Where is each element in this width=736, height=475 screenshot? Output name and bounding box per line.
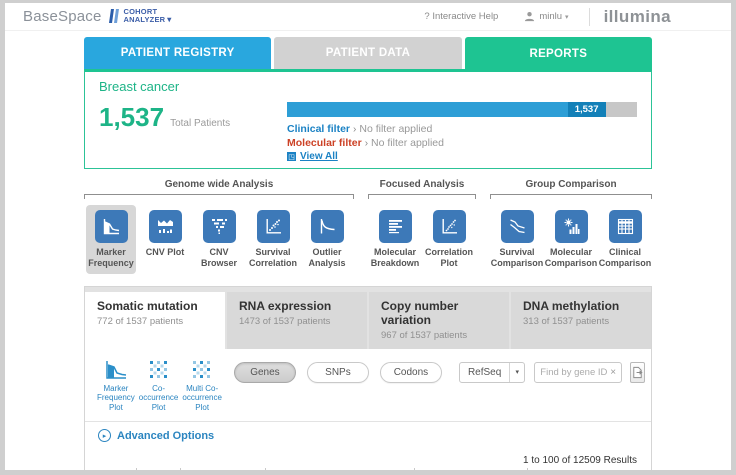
total-patients: 1,537 Total Patients (99, 102, 287, 162)
marker-kind-pills: Genes SNPs Codons (234, 362, 453, 383)
col-mutation-frequency-pct: Mutation frequency (%) (414, 468, 527, 470)
cohort-title: Breast cancer (99, 79, 637, 94)
user-icon (524, 11, 535, 22)
multi-co-occurrence-plot-icon (190, 358, 214, 382)
analysis-clinical-comparison[interactable]: Clinical Comparison (600, 205, 650, 274)
view-all-link[interactable]: ◳ View All (287, 151, 637, 162)
pill-snps[interactable]: SNPs (307, 362, 369, 383)
group-genome-wide-analysis: Genome wide Analysis Marker Frequency (84, 179, 354, 274)
col-gene-name: Gene name (181, 468, 266, 470)
col-graph: Graph (98, 468, 136, 470)
product-name[interactable]: COHORT ANALYZER▾ (124, 8, 172, 25)
marker-frequency-plot-icon (103, 358, 129, 382)
cnv-browser-icon (203, 210, 236, 243)
tab-somatic-mutation[interactable]: Somatic mutation 772 of 1537 patients (85, 292, 225, 349)
chevron-down-icon: ▾ (565, 13, 569, 21)
brand-name: BaseSpace (23, 8, 102, 25)
report-panel: Somatic mutation 772 of 1537 patients RN… (84, 286, 652, 470)
plot-type-marker-frequency[interactable]: Marker Frequency Plot (97, 358, 135, 413)
cnv-plot-icon (149, 210, 182, 243)
pill-codons[interactable]: Codons (380, 362, 442, 383)
gene-db-dropdown[interactable]: RefSeq ▾ (459, 362, 525, 383)
tab-patient-registry[interactable]: PATIENT REGISTRY (84, 37, 271, 69)
survival-correlation-icon (257, 210, 290, 243)
analysis-correlation-plot[interactable]: Correlation Plot (424, 205, 474, 274)
clinical-filter-link[interactable]: Clinical filter (287, 123, 350, 135)
outlier-analysis-icon (311, 210, 344, 243)
analysis-molecular-comparison[interactable]: Molecular Comparison (546, 205, 596, 274)
export-icon (631, 366, 644, 379)
correlation-plot-icon (433, 210, 466, 243)
pill-genes[interactable]: Genes (234, 362, 296, 383)
clinical-filter-value: No filter applied (359, 123, 432, 135)
group-focused-analysis: Focused Analysis Molecular Breakdown (368, 179, 476, 274)
total-patients-label: Total Patients (170, 118, 230, 129)
tab-dna-methylation[interactable]: DNA methylation 313 of 1537 patients (511, 292, 651, 349)
tab-patient-data[interactable]: PATIENT DATA (274, 37, 461, 69)
molecular-comparison-icon (555, 210, 588, 243)
data-type-tabs: Somatic mutation 772 of 1537 patients RN… (85, 287, 651, 349)
co-occurrence-plot-icon (147, 358, 171, 382)
patient-count-bar: 1,537 (287, 102, 637, 117)
molecular-breakdown-icon (379, 210, 412, 243)
export-results-button[interactable] (630, 362, 645, 383)
basespace-logo: BaseSpace COHORT ANALYZER▾ (23, 8, 172, 25)
plot-type-multi-co-occurrence[interactable]: Multi Co-occurrence Plot (182, 358, 222, 413)
results-table: Graph Export Gene name Mutation frequenc… (98, 468, 638, 470)
total-patients-count: 1,537 (99, 102, 164, 133)
analysis-cnv-browser[interactable]: CNV Browser (194, 205, 244, 274)
chevron-right-icon: › (353, 124, 356, 135)
clinical-comparison-icon (609, 210, 642, 243)
analysis-outlier-analysis[interactable]: Outlier Analysis (302, 205, 352, 274)
analysis-survival-correlation[interactable]: Survival Correlation (248, 205, 298, 274)
tab-copy-number-variation[interactable]: Copy number variation 967 of 1537 patien… (369, 292, 509, 349)
analysis-molecular-breakdown[interactable]: Molecular Breakdown (370, 205, 420, 274)
clinical-filter-row[interactable]: Clinical filter›No filter applied (287, 123, 637, 136)
user-name: minlu (539, 11, 562, 22)
illumina-logo: illumina (604, 7, 731, 27)
col-mutation-frequency: Mutation frequency (265, 468, 414, 470)
analysis-cnv-plot[interactable]: CNV Plot (140, 205, 190, 274)
col-export: Export (136, 468, 180, 470)
marker-frequency-icon (95, 210, 128, 243)
survival-comparison-icon (501, 210, 534, 243)
group-bracket (490, 194, 652, 199)
interactive-help-link[interactable]: ? Interactive Help (424, 11, 498, 22)
brand-divider-icon (110, 9, 118, 23)
gene-search-box: × (534, 362, 622, 383)
user-menu[interactable]: minlu ▾ (524, 11, 568, 22)
results-header-row: Graph Export Gene name Mutation frequenc… (98, 468, 638, 470)
main-tab-bar: PATIENT REGISTRY PATIENT DATA REPORTS (84, 37, 652, 69)
results-summary: 1 to 100 of 12509 Results (85, 449, 651, 468)
clear-search-icon[interactable]: × (610, 367, 616, 378)
molecular-filter-value: No filter applied (371, 137, 444, 149)
expand-arrow-icon: ▸ (98, 429, 111, 442)
analysis-marker-frequency[interactable]: Marker Frequency (86, 205, 136, 274)
advanced-options-toggle[interactable]: ▸ Advanced Options (85, 421, 651, 449)
analysis-toolbar: Genome wide Analysis Marker Frequency (84, 179, 652, 274)
group-group-comparison: Group Comparison Survival Comparison (490, 179, 652, 274)
top-bar: BaseSpace COHORT ANALYZER▾ ? Interactive… (5, 3, 731, 31)
app-window: BaseSpace COHORT ANALYZER▾ ? Interactive… (5, 3, 731, 470)
tab-reports[interactable]: REPORTS (465, 37, 652, 71)
molecular-filter-row[interactable]: Molecular filter›No filter applied (287, 137, 637, 150)
patient-count-bar-label: 1,537 (568, 102, 606, 117)
gene-search-input[interactable] (540, 367, 610, 378)
chevron-right-icon: › (365, 138, 368, 149)
analysis-survival-comparison[interactable]: Survival Comparison (492, 205, 542, 274)
chevron-down-icon: ▾ (509, 363, 524, 382)
plot-type-co-occurrence[interactable]: Co-occurrence Plot (139, 358, 179, 413)
cohort-panel: Breast cancer 1,537 Total Patients 1,537… (84, 69, 652, 169)
molecular-filter-link[interactable]: Molecular filter (287, 137, 362, 149)
col-mutant-wildtype: Mutant / Wildtype + Silent (527, 468, 638, 470)
plot-toolbar: Marker Frequency Plot Co-occurrence Plot (85, 349, 651, 415)
group-bracket (368, 194, 476, 199)
chevron-down-icon: ▾ (167, 15, 171, 24)
divider (589, 8, 590, 26)
group-bracket (84, 194, 354, 199)
tab-rna-expression[interactable]: RNA expression 1473 of 1537 patients (227, 292, 367, 349)
view-all-icon: ◳ (287, 152, 296, 161)
